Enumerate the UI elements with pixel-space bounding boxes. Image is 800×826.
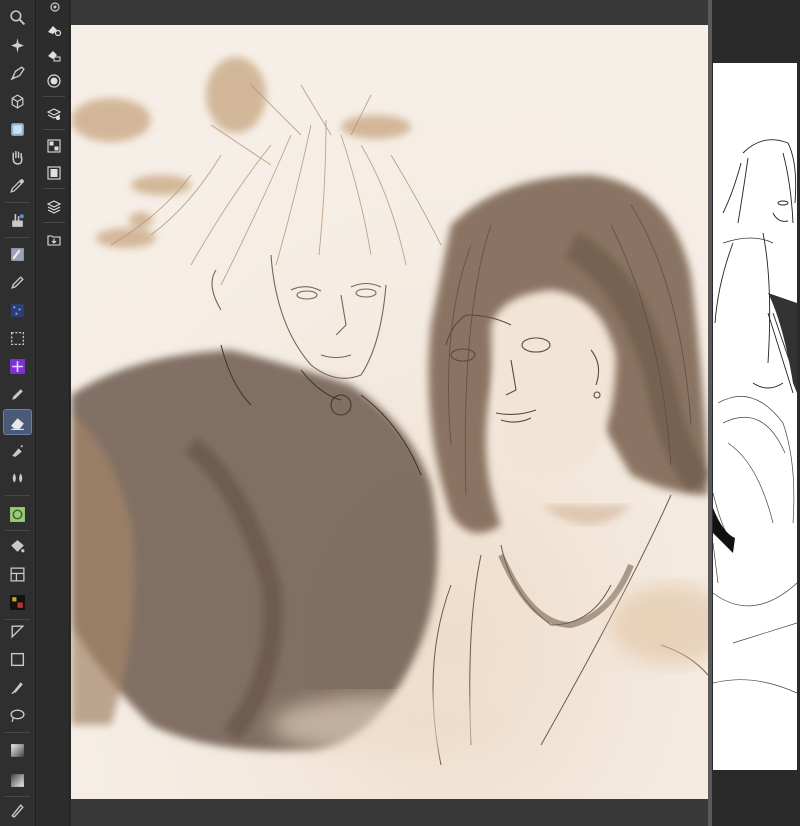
sub-tool-column [37, 0, 70, 826]
ruler-icon[interactable] [4, 619, 31, 643]
blend-icon[interactable] [4, 466, 31, 490]
gradient-2-icon[interactable] [4, 768, 31, 792]
drawing-canvas[interactable] [71, 25, 708, 799]
filmstrip-icon[interactable] [42, 162, 66, 184]
magic-wand-icon[interactable] [4, 33, 31, 57]
selection-rect-icon[interactable] [4, 326, 31, 350]
noise-brush-icon[interactable] [4, 298, 31, 322]
painting-app-window [0, 0, 800, 826]
eraser-layer-icon[interactable] [42, 44, 66, 66]
grid-view-icon[interactable] [42, 135, 66, 157]
circle-target-icon[interactable] [42, 70, 66, 92]
import-icon[interactable] [42, 229, 66, 251]
canvas-area[interactable] [71, 0, 708, 826]
eraser-icon[interactable] [3, 409, 32, 435]
gradient-map-icon[interactable] [4, 590, 31, 614]
gradient-icon[interactable] [4, 738, 31, 762]
reference-sketch[interactable] [713, 63, 797, 770]
reference-sketch-drawing [713, 63, 797, 770]
operation-icon[interactable] [4, 208, 31, 232]
pen-icon[interactable] [4, 270, 31, 294]
layer-settings-icon[interactable] [42, 0, 66, 18]
frame-border-icon[interactable] [4, 562, 31, 586]
fill-bucket-icon[interactable] [4, 534, 31, 558]
3d-object-icon[interactable] [4, 89, 31, 113]
lasso-icon[interactable] [4, 703, 31, 727]
rectangle-icon[interactable] [4, 647, 31, 671]
pen-nib-icon[interactable] [4, 61, 31, 85]
correction-icon[interactable] [4, 798, 31, 822]
sparkle-brush-icon[interactable] [4, 354, 31, 378]
eyedropper-icon[interactable] [4, 173, 31, 197]
zoom-icon[interactable] [4, 5, 31, 29]
hand-icon[interactable] [4, 145, 31, 169]
airbrush-icon[interactable] [4, 438, 31, 462]
brush-icon[interactable] [4, 675, 31, 699]
reference-panel [712, 0, 800, 826]
color-tile-icon[interactable] [4, 117, 31, 141]
sepia-illustration [71, 25, 708, 799]
texture-brush-icon[interactable] [4, 242, 31, 266]
eraser-settings-icon[interactable] [42, 18, 66, 40]
tool-palette [0, 0, 36, 826]
pattern-brush-icon[interactable] [4, 502, 31, 526]
layers-icon[interactable] [42, 195, 66, 217]
stack-settings-icon[interactable] [42, 103, 66, 125]
pencil-icon[interactable] [4, 382, 31, 406]
